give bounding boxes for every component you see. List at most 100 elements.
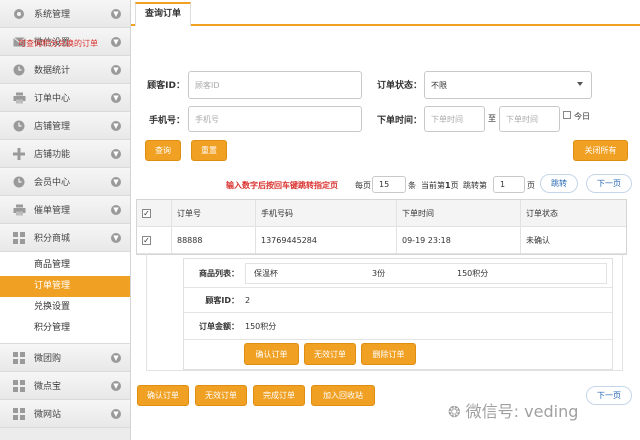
sidebar-item-label: 数据统计 xyxy=(34,66,71,76)
gear-icon xyxy=(12,7,26,21)
detail-invalid-order-button[interactable]: 无效订单 xyxy=(304,343,356,365)
header-time: 下单时间 xyxy=(397,200,521,226)
clock-icon xyxy=(12,63,26,77)
today-label: 今日 xyxy=(574,112,590,121)
detail-amount-label: 订单金额： xyxy=(199,321,239,331)
per-page-unit: 条 xyxy=(408,181,416,190)
tab-bar: 查询订单 xyxy=(131,0,640,26)
printer-icon xyxy=(12,91,26,105)
today-checkbox[interactable] xyxy=(563,111,571,119)
select-all-checkbox[interactable]: ✓ xyxy=(142,208,151,218)
jump-button[interactable]: 跳转 xyxy=(540,174,578,193)
move-to-recycle-bin-button[interactable]: 加入回收站 xyxy=(311,385,375,406)
customer-id-input[interactable]: 顾客ID xyxy=(188,71,362,99)
chevron-down-icon[interactable]: ▼ xyxy=(111,353,121,363)
sidebar-item[interactable]: 微点宝 ▼ xyxy=(0,372,130,400)
chevron-down-icon[interactable]: ▼ xyxy=(111,409,121,419)
bulk-invalid-order-button[interactable]: 无效订单 xyxy=(195,385,247,406)
sidebar-subitem[interactable]: 订单管理 xyxy=(0,276,130,297)
chevron-down-icon[interactable]: ▼ xyxy=(111,65,121,75)
pager-hint: 输入数字后按回车键跳转指定页 xyxy=(226,181,338,190)
cell-order-no: 88888 xyxy=(172,227,256,253)
sidebar-item[interactable]: 系统管理 ▼ xyxy=(0,0,130,28)
sidebar: 系统管理 ▼ 微信设置 ▼ 数据统计 ▼ 订单中心 ▼ 店铺管理 ▼ 店铺功能 ▼ 会员中心 ▼ 催单管理 ▼… xyxy=(0,0,131,440)
sidebar-item[interactable]: 店铺管理 ▼ xyxy=(0,112,130,140)
chevron-down-icon[interactable]: ▼ xyxy=(111,381,121,391)
chevron-down-icon[interactable]: ▼ xyxy=(111,37,121,47)
orders-table: ✓ 订单号 手机号码 下单时间 订单状态 ✓ 88888 13769445284… xyxy=(136,199,627,255)
detail-customer-value: 2 xyxy=(245,295,251,305)
sidebar-subitem[interactable]: 兑换设置 xyxy=(0,297,130,318)
order-time-label: 下单时间： xyxy=(376,116,422,126)
goods-name: 保温杯 xyxy=(254,268,278,278)
sidebar-item[interactable]: 店铺功能 ▼ xyxy=(0,140,130,168)
sidebar-item-label: 会员中心 xyxy=(34,178,71,188)
chevron-down-icon[interactable]: ▼ xyxy=(111,205,121,215)
grid-icon xyxy=(12,231,26,245)
tip-text: 可查询积分兑换的订单 xyxy=(18,39,98,48)
jump-page-input[interactable]: 1 xyxy=(493,176,525,193)
order-status-label: 订单状态： xyxy=(376,81,422,91)
sidebar-item-label: 积分商城 xyxy=(34,234,71,244)
bulk-confirm-order-button[interactable]: 确认订单 xyxy=(137,385,189,406)
next-page-button[interactable]: 下一页 xyxy=(586,174,632,193)
current-page-post: 页 xyxy=(450,181,459,190)
sidebar-item[interactable]: 订单中心 ▼ xyxy=(0,84,130,112)
chevron-down-icon[interactable]: ▼ xyxy=(111,9,121,19)
reset-button[interactable]: 重置 xyxy=(191,140,227,161)
current-page-text: 当前第1页 xyxy=(421,180,459,191)
detail-confirm-order-button[interactable]: 确认订单 xyxy=(244,343,299,365)
sidebar-subitem[interactable]: 商品管理 xyxy=(0,255,130,276)
clock-icon xyxy=(12,119,26,133)
sidebar-item-label: 系统管理 xyxy=(34,10,71,20)
chevron-down-icon[interactable]: ▼ xyxy=(111,149,121,159)
chevron-down-icon[interactable]: ▼ xyxy=(111,121,121,131)
sidebar-item[interactable]: 微网站 ▼ xyxy=(0,400,130,428)
header-status: 订单状态 xyxy=(526,208,558,218)
sidebar-item[interactable]: 积分商城 ▼ xyxy=(0,224,130,252)
per-page-input[interactable]: 15 xyxy=(372,176,406,193)
row-checkbox[interactable]: ✓ xyxy=(142,235,151,245)
cell-phone: 13769445284 xyxy=(256,227,397,253)
chevron-down-icon[interactable]: ▼ xyxy=(111,93,121,103)
header-phone: 手机号码 xyxy=(256,200,397,226)
per-page-label: 每页 xyxy=(355,181,371,190)
select-all-cell: ✓ xyxy=(137,200,172,226)
sidebar-item[interactable]: 催单管理 ▼ xyxy=(0,196,130,224)
order-status-value: 不限 xyxy=(431,80,447,90)
tab-query-orders[interactable]: 查询订单 xyxy=(135,2,191,26)
wechat-logo-icon: ❂ xyxy=(448,403,461,421)
table-header-row: ✓ 订单号 手机号码 下单时间 订单状态 xyxy=(137,200,626,227)
sidebar-item[interactable]: 数据统计 ▼ xyxy=(0,56,130,84)
chevron-down-icon[interactable]: ▼ xyxy=(111,233,121,243)
search-button[interactable]: 查询 xyxy=(145,140,181,161)
table-row[interactable]: ✓ 88888 13769445284 09-19 23:18 未确认 xyxy=(137,227,626,254)
sidebar-item-label: 店铺功能 xyxy=(34,150,71,160)
close-all-button[interactable]: 关闭所有 xyxy=(573,140,628,161)
sidebar-subitem[interactable]: 积分管理 xyxy=(0,318,130,339)
current-page-pre: 当前第 xyxy=(421,181,445,190)
goods-row: 商品列表： 保温杯 3份 150积分 xyxy=(184,259,612,288)
sidebar-submenu: 商品管理 订单管理 兑换设置 积分管理 xyxy=(0,252,130,344)
time-separator: 至 xyxy=(488,114,496,123)
chevron-down-icon[interactable]: ▼ xyxy=(111,177,121,187)
order-status-select[interactable]: 不限 xyxy=(424,71,592,99)
sidebar-item[interactable]: 微团购 ▼ xyxy=(0,344,130,372)
bulk-complete-order-button[interactable]: 完成订单 xyxy=(253,385,305,406)
detail-delete-order-button[interactable]: 删除订单 xyxy=(361,343,416,365)
sidebar-item-label: 订单中心 xyxy=(34,94,71,104)
phone-input[interactable]: 手机号 xyxy=(188,106,362,132)
next-page-button-bottom[interactable]: 下一页 xyxy=(586,386,632,405)
grid-icon xyxy=(12,407,26,421)
order-time-from-input[interactable]: 下单时间 xyxy=(424,106,485,132)
goods-item: 保温杯 3份 150积分 xyxy=(245,262,607,284)
sidebar-item[interactable]: 会员中心 ▼ xyxy=(0,168,130,196)
sidebar-item-label: 店铺管理 xyxy=(34,122,71,132)
row-select-cell: ✓ xyxy=(137,227,172,253)
watermark-text: 微信号: veding xyxy=(465,402,579,421)
watermark: ❂ 微信号: veding xyxy=(448,398,578,422)
sidebar-item-label: 催单管理 xyxy=(34,206,71,216)
plus-icon xyxy=(12,147,26,161)
sidebar-item-label: 微网站 xyxy=(34,410,62,420)
order-time-to-input[interactable]: 下单时间 xyxy=(499,106,560,132)
